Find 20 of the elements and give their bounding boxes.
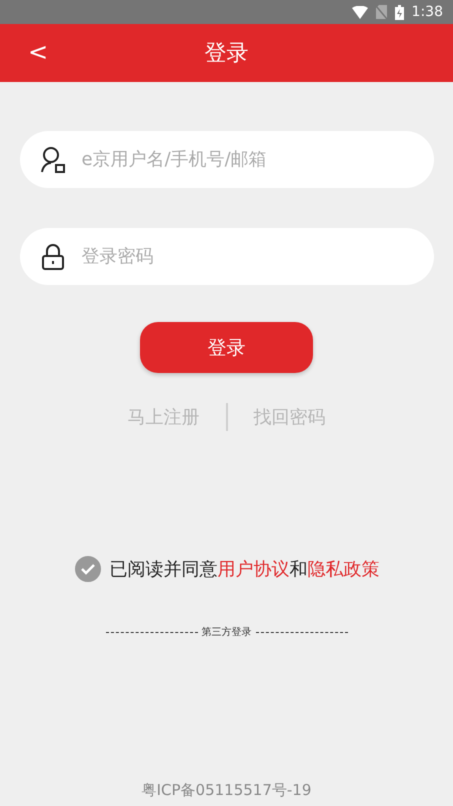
- login-button[interactable]: 登录: [140, 322, 313, 373]
- battery-icon: [394, 4, 404, 20]
- username-field[interactable]: e京用户名/手机号/邮箱: [80, 148, 434, 171]
- password-field[interactable]: 登录密码: [20, 228, 434, 285]
- password-field[interactable]: 登录密码: [80, 245, 434, 268]
- wifi-icon: [352, 6, 368, 18]
- third-party-login-label: 第三方登录: [202, 626, 252, 639]
- agreement-link[interactable]: 隐私政策: [308, 559, 380, 580]
- agreement-link[interactable]: 用户协议: [218, 559, 290, 580]
- user-icon: [40, 146, 66, 174]
- agreement-text: 已阅读并同意: [110, 559, 218, 580]
- page-title: 登录: [204, 40, 248, 68]
- back-button[interactable]: <: [22, 38, 54, 66]
- status-time: 1:38: [412, 4, 443, 20]
- agree-checkbox[interactable]: [74, 555, 102, 583]
- icp-license-text: 粤ICP备05115517号-19: [142, 781, 312, 800]
- lock-icon: [40, 242, 66, 270]
- sim-icon: [376, 5, 387, 19]
- agreement-text: 和: [290, 559, 308, 580]
- username-field[interactable]: e京用户名/手机号/邮箱: [20, 131, 434, 188]
